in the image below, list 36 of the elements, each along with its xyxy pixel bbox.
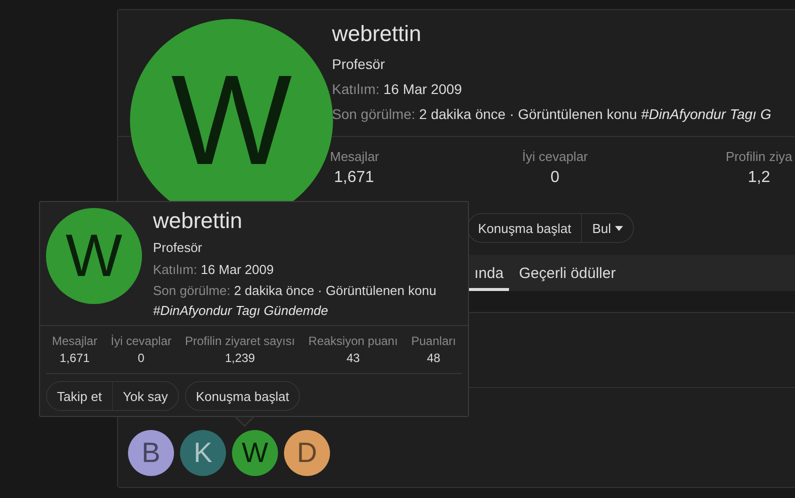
stat-value: 43 <box>346 350 360 367</box>
stat-label: Mesajlar <box>330 148 380 166</box>
action-button[interactable]: Takip et <box>47 382 112 410</box>
stat-value: 0 <box>138 350 144 367</box>
avatar: W <box>46 208 142 304</box>
stat-value: 0 <box>550 168 560 188</box>
action-button[interactable]: Konuşma başlat <box>468 214 582 242</box>
last-seen: Son görülme: 2 dakika önce · Görüntülenen konu #DinAfyondur Tagı Gündemde <box>153 282 438 320</box>
stat-label: Mesajlar <box>52 333 98 349</box>
joined-date: Katılım: 16 Mar 2009 <box>153 261 275 279</box>
stat-label: Reaksiyon puanı <box>308 333 398 349</box>
user-avatar[interactable]: D <box>284 430 330 476</box>
stat-value: 1,671 <box>60 350 90 367</box>
caret-icon <box>615 226 624 230</box>
user-avatar[interactable]: W <box>232 430 278 476</box>
joined-date: Katılım: 16 Mar 2009 <box>332 80 463 99</box>
action-button[interactable]: Yok say <box>112 382 178 410</box>
find-menu-button[interactable]: Bul <box>581 214 634 242</box>
username: webrettin <box>332 21 422 47</box>
thread-link[interactable]: #DinAfyondur Tagı Gündemde <box>153 303 328 318</box>
stat-label: İyi cevaplar <box>522 148 588 166</box>
stat-value: 1,671 <box>333 168 374 188</box>
stat-label: Puanları <box>411 333 456 349</box>
user-title: Profesör <box>332 55 386 74</box>
thread-link[interactable]: #DinAfyondur Tagı G <box>641 106 772 122</box>
stat-label: Profilin ziyaret sayısı <box>184 333 295 349</box>
stat-label: İyi cevaplar <box>110 333 172 349</box>
username: webrettin <box>153 208 244 234</box>
stat-value: 1,2 <box>748 168 770 188</box>
tab[interactable]: Geçerli ödüller <box>519 255 616 291</box>
last-seen: Son görülme: 2 dakika önce · Görüntülenen konu #DinAfyondur Tagı G <box>332 105 772 124</box>
user-title: Profesör <box>153 239 204 257</box>
action-button[interactable]: Konuşma başlat <box>186 382 300 410</box>
stat-value: 48 <box>426 350 440 367</box>
stat-value: 1,239 <box>224 350 255 367</box>
stat-label: Profilin ziya <box>726 148 792 166</box>
